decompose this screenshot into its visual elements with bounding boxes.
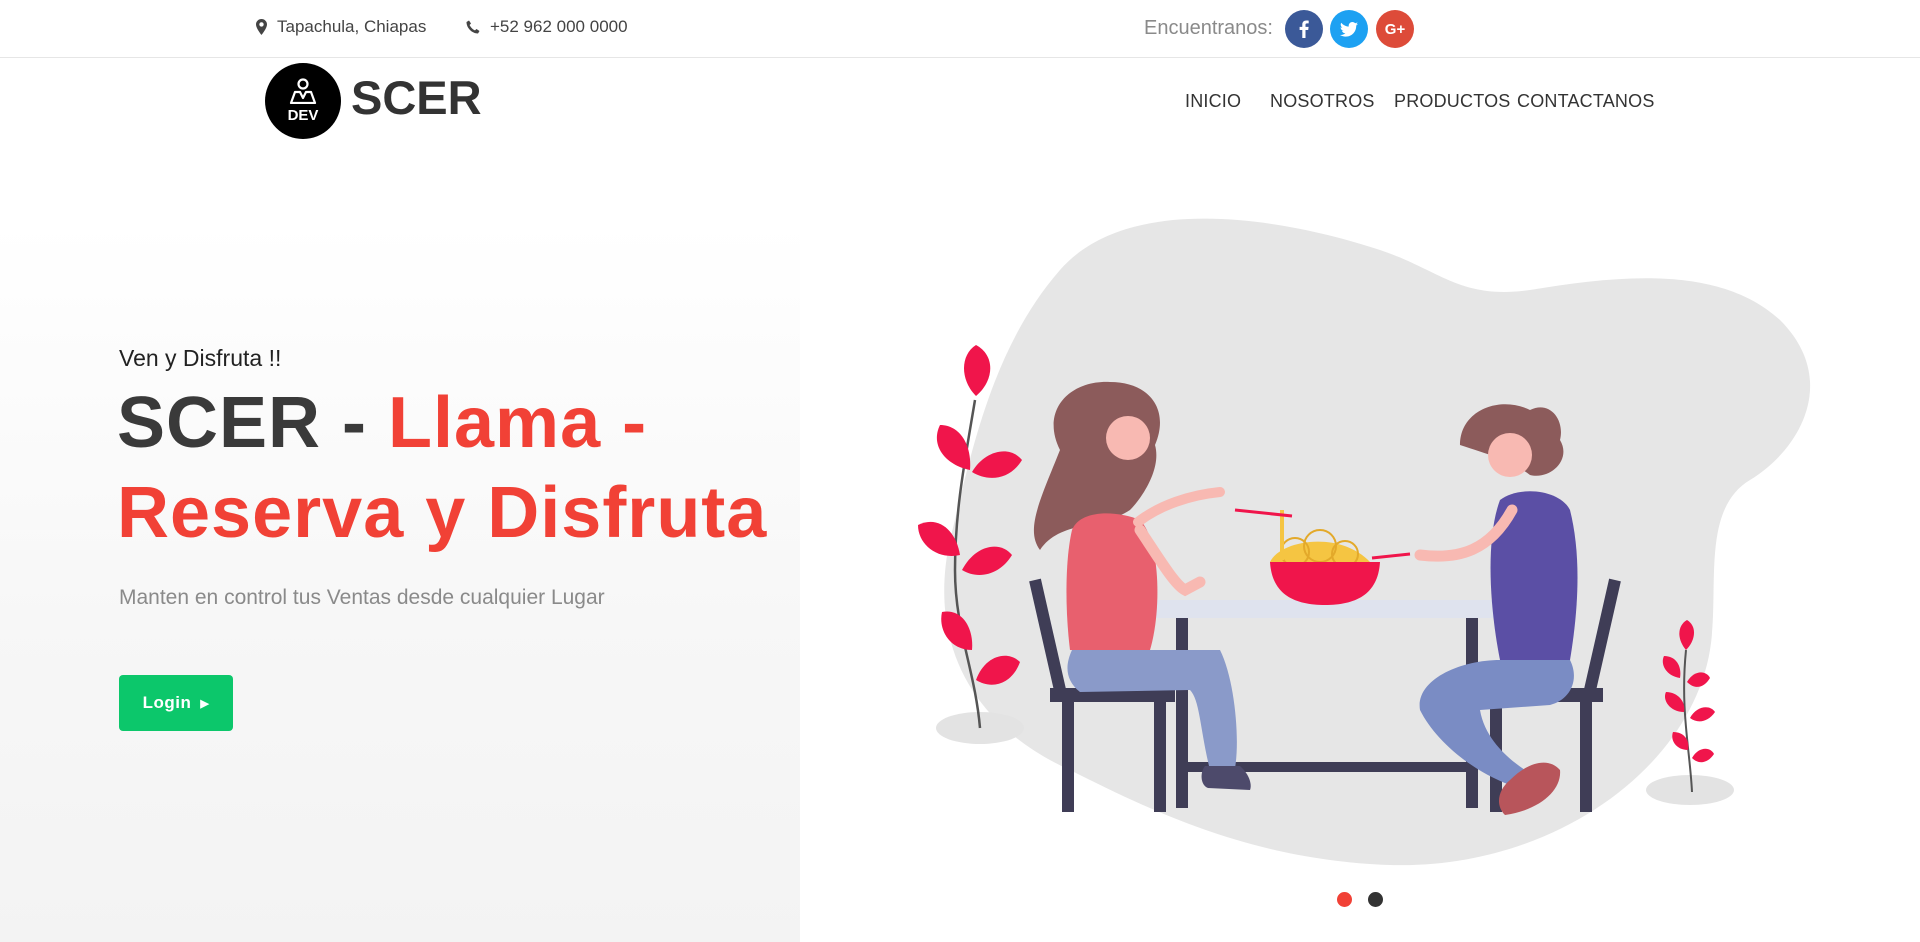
logo-badge[interactable]: DEV bbox=[265, 63, 341, 139]
hero-subtitle: Ven y Disfruta !! bbox=[119, 345, 282, 371]
user-badge-icon bbox=[289, 78, 317, 104]
phone-icon bbox=[466, 20, 480, 34]
twitter-icon[interactable] bbox=[1330, 10, 1368, 48]
map-marker-icon bbox=[256, 19, 267, 35]
location-info: Tapachula, Chiapas bbox=[256, 17, 426, 37]
logo-badge-text: DEV bbox=[287, 107, 319, 124]
hero-title-red-2: Reserva y Disfruta bbox=[117, 473, 768, 553]
hero-title-dark: SCER - bbox=[117, 383, 389, 463]
login-button[interactable]: Login ▶ bbox=[119, 675, 233, 731]
hero-background bbox=[0, 222, 800, 942]
phone-text: +52 962 000 0000 bbox=[490, 17, 628, 36]
nav-contactanos[interactable]: CONTACTANOS bbox=[1517, 91, 1655, 112]
phone-info: +52 962 000 0000 bbox=[466, 17, 628, 37]
login-button-label: Login bbox=[142, 693, 192, 712]
facebook-icon[interactable] bbox=[1285, 10, 1323, 48]
location-text: Tapachula, Chiapas bbox=[277, 17, 427, 36]
nav-inicio[interactable]: INICIO bbox=[1185, 91, 1241, 112]
hero-description: Manten en control tus Ventas desde cualq… bbox=[119, 586, 605, 609]
carousel-dot-2[interactable] bbox=[1368, 892, 1383, 907]
top-bar: Tapachula, Chiapas +52 962 000 0000 Encu… bbox=[0, 0, 1920, 58]
carousel-dot-1[interactable] bbox=[1337, 892, 1352, 907]
dining-couple-illustration bbox=[918, 218, 1811, 866]
nav-productos[interactable]: PRODUCTOS bbox=[1394, 91, 1510, 112]
hero-title: SCER - Llama - Reserva y Disfruta bbox=[117, 378, 767, 558]
nav-nosotros[interactable]: NOSOTROS bbox=[1270, 91, 1375, 112]
hero-title-red-1: Llama - bbox=[388, 383, 648, 463]
caret-right-icon: ▶ bbox=[200, 697, 210, 710]
google-plus-icon[interactable]: G+ bbox=[1376, 10, 1414, 48]
find-us-label: Encuentranos: bbox=[1144, 17, 1273, 39]
logo-text[interactable]: SCER bbox=[351, 70, 482, 125]
